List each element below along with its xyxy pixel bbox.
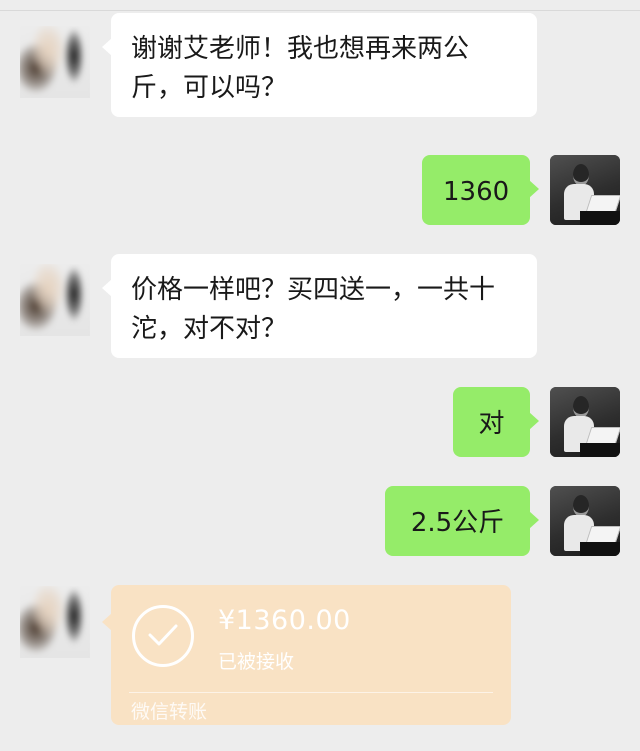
transfer-card[interactable]: ¥1360.00 已被接收 微信转账 [102,585,511,725]
message-bubble-incoming[interactable]: 谢谢艾老师！我也想再来两公斤，可以吗？ [102,13,537,117]
self-avatar[interactable] [550,155,620,225]
contact-avatar[interactable] [20,264,90,336]
transfer-divider [129,692,493,693]
message-bubble-outgoing[interactable]: 1360 [422,155,539,225]
message-bubble-incoming[interactable]: 价格一样吧？买四送一，一共十沱，对不对？ [102,254,537,358]
blurred-avatar-image [20,264,90,336]
message-bubble-outgoing[interactable]: 对 [453,387,539,457]
message-bubble-outgoing[interactable]: 2.5公斤 [385,486,539,556]
check-circle-icon [132,605,194,667]
blurred-avatar-image [20,586,90,658]
self-avatar[interactable] [550,387,620,457]
blurred-avatar-image [20,26,90,98]
transfer-status: 已被接收 [218,651,295,673]
contact-avatar[interactable] [20,586,90,658]
chat-window: 谢谢艾老师！我也想再来两公斤，可以吗？ 1360 价格一样吧？买四送一，一共十沱… [0,0,640,751]
contact-avatar[interactable] [20,26,90,98]
transfer-footer-label: 微信转账 [131,701,208,723]
transfer-amount: ¥1360.00 [218,605,351,636]
self-avatar[interactable] [550,486,620,556]
top-divider [0,10,640,11]
